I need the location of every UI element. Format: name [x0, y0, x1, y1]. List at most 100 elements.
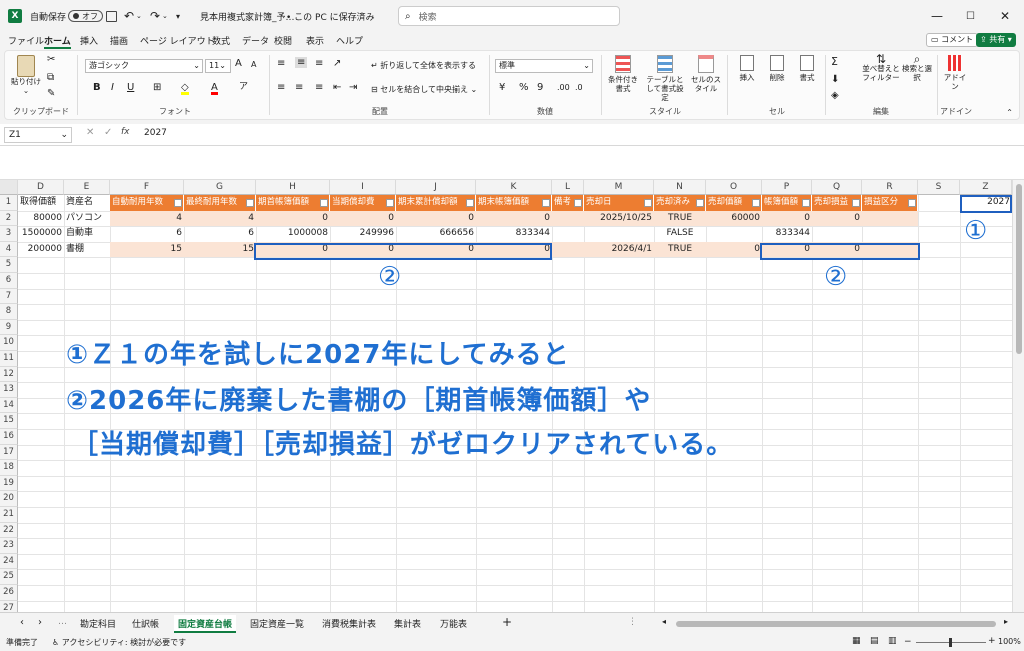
table-cell-f2[interactable]: 4 [110, 211, 184, 227]
table-cell-i2[interactable]: 0 [330, 211, 396, 227]
next-sheet-icon[interactable]: › [38, 617, 42, 628]
customize-qat-icon[interactable]: ▾ [176, 0, 180, 32]
tab-review[interactable]: 校閲 [274, 34, 292, 47]
row-header-17[interactable]: 17 [0, 444, 18, 461]
filter-dropdown-icon[interactable] [644, 199, 652, 207]
column-header-o[interactable]: O [706, 180, 762, 195]
decrease-font-icon[interactable]: A [251, 60, 256, 69]
align-right-icon[interactable]: ≡ [315, 83, 323, 93]
filter-dropdown-icon[interactable] [696, 199, 704, 207]
undo-dropdown-icon[interactable]: ⌄ [136, 0, 142, 32]
fill-icon[interactable]: ⬇ [831, 75, 839, 85]
column-header-h[interactable]: H [256, 180, 330, 195]
enter-icon[interactable]: ✓ [104, 127, 112, 138]
row-header-19[interactable]: 19 [0, 475, 18, 492]
font-size-select[interactable]: 11⌄ [205, 59, 231, 73]
table-cell-o4[interactable]: 0 [706, 242, 762, 258]
header-cell-l[interactable]: 備考 [552, 195, 584, 211]
save-icon[interactable] [106, 0, 117, 32]
comma-icon[interactable]: 9 [537, 83, 543, 93]
row-header-13[interactable]: 13 [0, 382, 18, 398]
table-cell-k3[interactable]: 833344 [476, 226, 552, 242]
header-cell-o[interactable]: 売却価額 [706, 195, 762, 211]
filter-dropdown-icon[interactable] [542, 199, 550, 207]
currency-icon[interactable]: ¥ [499, 83, 505, 93]
underline-icon[interactable]: U [127, 83, 134, 93]
column-header-i[interactable]: I [330, 180, 396, 195]
table-cell-n2[interactable]: TRUE [654, 211, 706, 227]
addins-button[interactable]: アドイン [941, 55, 969, 91]
prev-sheet-icon[interactable]: ‹ [20, 617, 24, 628]
scroll-left-icon[interactable]: ◂ [662, 617, 666, 626]
save-location[interactable]: • この PC に保存済み [286, 0, 375, 32]
sheet-tab-shohizei[interactable]: 消費税集計表 [322, 617, 376, 630]
row-header-25[interactable]: 25 [0, 569, 18, 585]
column-header-l[interactable]: L [552, 180, 584, 195]
tab-insert[interactable]: 挿入 [80, 34, 98, 47]
align-top-icon[interactable]: ≡ [277, 59, 285, 69]
header-cell-r[interactable]: 損益区分 [862, 195, 918, 211]
column-header-p[interactable]: P [762, 180, 812, 195]
copy-icon[interactable]: ⧉ [47, 73, 54, 83]
header-cell-d[interactable]: 取得価額 [18, 195, 64, 211]
header-cell-n[interactable]: 売却済み [654, 195, 706, 211]
sheet-ellipsis[interactable]: … [58, 617, 67, 627]
table-cell-g2[interactable]: 4 [184, 211, 256, 227]
row-header-4[interactable]: 4 [0, 241, 18, 258]
orientation-icon[interactable]: ↗ [333, 59, 341, 69]
percent-icon[interactable]: % [519, 83, 529, 93]
header-cell-e[interactable]: 資産名 [64, 195, 110, 211]
tab-home[interactable]: ホーム [44, 34, 71, 49]
header-cell-g[interactable]: 最終耐用年数 [184, 195, 256, 211]
increase-font-icon[interactable]: A [235, 59, 242, 69]
filter-dropdown-icon[interactable] [752, 199, 760, 207]
function-icon[interactable]: fx [121, 127, 130, 137]
minimize-icon[interactable]: — [931, 0, 943, 32]
filter-dropdown-icon[interactable] [246, 199, 254, 207]
scroll-right-icon[interactable]: ▸ [1004, 617, 1008, 626]
filter-dropdown-icon[interactable] [466, 199, 474, 207]
header-cell-p[interactable]: 帳簿価額 [762, 195, 812, 211]
merge-center-button[interactable]: ⊟ セルを結合して中央揃え ⌄ [371, 85, 477, 94]
tab-data[interactable]: データ [242, 34, 269, 47]
column-header-j[interactable]: J [396, 180, 476, 195]
row-header-11[interactable]: 11 [0, 351, 18, 367]
row-header-22[interactable]: 22 [0, 522, 18, 539]
redo-icon[interactable]: ↷ [150, 0, 160, 32]
phonetic-icon[interactable]: ア [239, 83, 248, 92]
table-cell-d2[interactable]: 80000 [18, 211, 64, 227]
column-header-q[interactable]: Q [812, 180, 862, 195]
filter-dropdown-icon[interactable] [908, 199, 916, 207]
row-header-3[interactable]: 3 [0, 226, 18, 242]
table-cell-j3[interactable]: 666656 [396, 226, 476, 242]
sheet-tab-kotei[interactable]: 固定資産台帳 [174, 615, 237, 633]
sort-filter-button[interactable]: ⇅ 並べ替えとフィルター [861, 53, 901, 82]
horizontal-scroll-thumb[interactable] [676, 621, 996, 627]
table-cell-d3[interactable]: 1500000 [18, 226, 64, 242]
maximize-icon[interactable]: ☐ [966, 0, 975, 32]
table-cell-p2[interactable]: 0 [762, 211, 812, 227]
normal-view-icon[interactable]: ▦ [852, 636, 861, 646]
row-header-5[interactable]: 5 [0, 257, 18, 273]
header-cell-h[interactable]: 期首帳簿価額 [256, 195, 330, 211]
row-header-26[interactable]: 26 [0, 585, 18, 601]
undo-icon[interactable]: ↶ [124, 0, 134, 32]
sheet-tab-kanjo[interactable]: 勘定科目 [80, 617, 116, 630]
font-color-icon[interactable]: A [211, 83, 218, 95]
filter-dropdown-icon[interactable] [386, 199, 394, 207]
header-cell-m[interactable]: 売却日 [584, 195, 654, 211]
tab-file[interactable]: ファイル [8, 34, 44, 47]
format-as-table-button[interactable]: テーブルとして書式設定 [645, 55, 685, 102]
column-header-s[interactable]: S [918, 180, 960, 195]
row-header-21[interactable]: 21 [0, 507, 18, 523]
table-cell-i3[interactable]: 249996 [330, 226, 396, 242]
filter-dropdown-icon[interactable] [174, 199, 182, 207]
header-cell-k[interactable]: 期末帳簿価額 [476, 195, 552, 211]
column-header-k[interactable]: K [476, 180, 552, 195]
table-cell-j2[interactable]: 0 [396, 211, 476, 227]
row-header-7[interactable]: 7 [0, 288, 18, 305]
number-format-select[interactable]: 標準 ⌄ [495, 59, 593, 73]
row-header-12[interactable]: 12 [0, 366, 18, 383]
bold-icon[interactable]: B [93, 83, 101, 93]
table-cell-f4[interactable]: 15 [110, 242, 184, 258]
